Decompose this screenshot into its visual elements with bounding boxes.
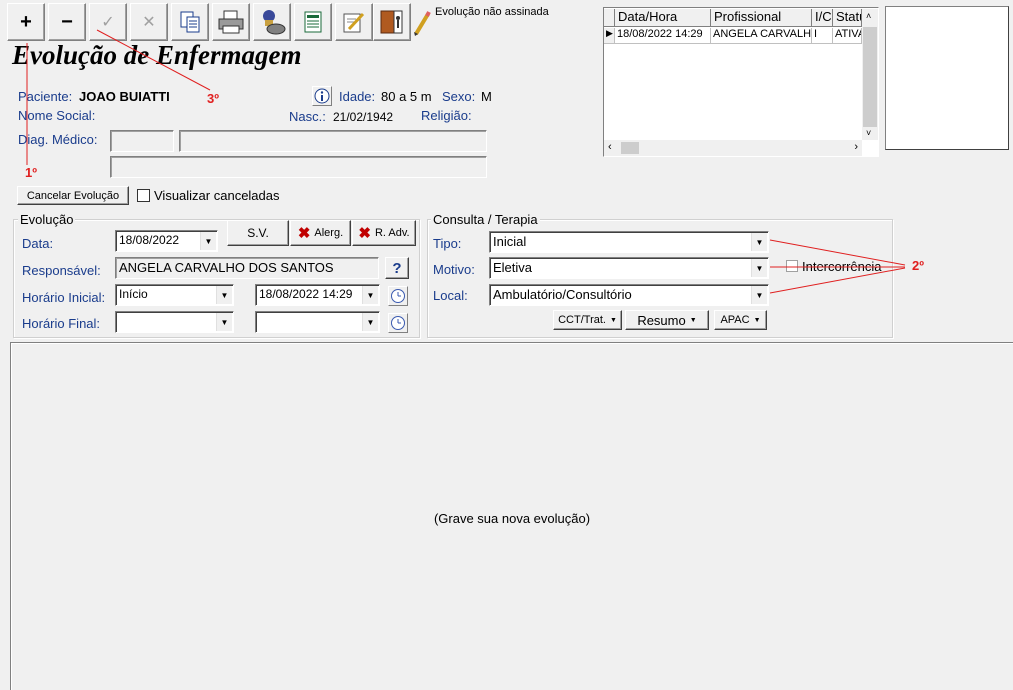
annotation-second: 2º [912, 258, 924, 273]
annotation-first: 1º [25, 165, 37, 180]
annotation-third: 3º [207, 91, 219, 106]
annotation-lines [26, 29, 906, 294]
